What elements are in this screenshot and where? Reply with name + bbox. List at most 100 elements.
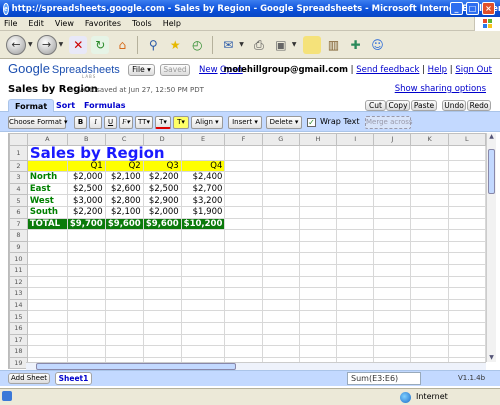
- grid-cell[interactable]: [410, 159, 449, 173]
- grid-cell[interactable]: [66, 321, 106, 335]
- row-header[interactable]: 3: [9, 171, 28, 184]
- grid-cell[interactable]: [410, 171, 449, 184]
- home-icon[interactable]: ⌂: [113, 36, 131, 54]
- add-sheet-button[interactable]: Add Sheet: [8, 373, 50, 384]
- grid-cell[interactable]: [180, 287, 226, 300]
- grid-cell[interactable]: [336, 182, 375, 196]
- row-header[interactable]: 9: [9, 240, 28, 254]
- grid-cell[interactable]: [410, 252, 449, 265]
- sales-value-cell[interactable]: $3,200: [180, 194, 226, 207]
- grid-cell[interactable]: [336, 144, 375, 161]
- forward-dropdown-icon[interactable]: ▼: [59, 41, 64, 48]
- total-value-cell[interactable]: $9,600: [104, 217, 144, 231]
- column-header[interactable]: L: [447, 133, 486, 146]
- grid-cell[interactable]: [336, 217, 375, 231]
- row-header[interactable]: 2: [9, 159, 28, 173]
- grid-cell[interactable]: [180, 229, 226, 242]
- grid-cell[interactable]: [298, 298, 338, 312]
- insert-button[interactable]: Insert ▾: [228, 116, 262, 129]
- menu-view[interactable]: View: [55, 19, 74, 28]
- delete-button[interactable]: Delete ▾: [266, 116, 302, 129]
- grid-cell[interactable]: [224, 194, 263, 207]
- grid-cell[interactable]: [447, 159, 486, 173]
- grid-cell[interactable]: [104, 345, 144, 358]
- grid-cell[interactable]: [373, 263, 412, 277]
- grid-cell[interactable]: [26, 229, 68, 242]
- google-spreadsheets-logo[interactable]: Google Spreadsheets: [8, 61, 120, 76]
- grid-cell[interactable]: [336, 240, 375, 254]
- column-header[interactable]: E: [180, 133, 226, 146]
- grid-cell[interactable]: [261, 263, 300, 277]
- cut-button[interactable]: Cut: [365, 100, 386, 111]
- grid-cell[interactable]: [180, 298, 226, 312]
- region-label-cell[interactable]: East: [26, 182, 68, 196]
- grid-cell[interactable]: [336, 159, 375, 173]
- grid-cell[interactable]: [66, 310, 106, 323]
- menu-favorites[interactable]: Favorites: [85, 19, 121, 28]
- grid-cell[interactable]: [180, 275, 226, 289]
- grid-cell[interactable]: [180, 240, 226, 254]
- row-header[interactable]: 5: [9, 194, 28, 207]
- total-value-cell[interactable]: $10,200: [180, 217, 226, 231]
- grid-cell[interactable]: [261, 182, 300, 196]
- grid-cell[interactable]: [180, 310, 226, 323]
- close-button[interactable]: ×: [482, 2, 495, 15]
- grid-cell[interactable]: [410, 287, 449, 300]
- grid-cell[interactable]: [66, 333, 106, 347]
- grid-cell[interactable]: [261, 194, 300, 207]
- grid-cell[interactable]: [447, 252, 486, 265]
- undo-button[interactable]: Undo: [442, 100, 466, 111]
- grid-cell[interactable]: [373, 144, 412, 161]
- grid-cell[interactable]: [410, 263, 449, 277]
- grid-cell[interactable]: [142, 321, 182, 335]
- grid-cell[interactable]: [66, 345, 106, 358]
- grid-cell[interactable]: [26, 287, 68, 300]
- grid-cell[interactable]: [261, 287, 300, 300]
- sign-out-link[interactable]: Sign Out: [455, 65, 492, 75]
- grid-cell[interactable]: [224, 345, 263, 358]
- grid-cell[interactable]: [447, 144, 486, 161]
- grid-cell[interactable]: [447, 240, 486, 254]
- grid-cell[interactable]: [410, 275, 449, 289]
- grid-cell[interactable]: [224, 333, 263, 347]
- grid-cell[interactable]: [336, 171, 375, 184]
- quarter-header-cell[interactable]: Q4: [180, 159, 226, 173]
- row-header[interactable]: 6: [9, 205, 28, 219]
- region-label-cell[interactable]: North: [26, 171, 68, 184]
- grid-cell[interactable]: [224, 263, 263, 277]
- grid-cell[interactable]: [104, 287, 144, 300]
- grid-cell[interactable]: [66, 275, 106, 289]
- stop-icon[interactable]: ✕: [69, 35, 88, 54]
- grid-cell[interactable]: [180, 263, 226, 277]
- row-header[interactable]: 1: [9, 144, 28, 161]
- history-icon[interactable]: ◴: [188, 36, 206, 54]
- quarter-header-cell[interactable]: [26, 159, 68, 173]
- grid-cell[interactable]: [336, 252, 375, 265]
- vertical-scrollbar[interactable]: ▲ ▼: [486, 133, 496, 362]
- grid-cell[interactable]: [410, 298, 449, 312]
- grid-cell[interactable]: [373, 345, 412, 358]
- grid-cell[interactable]: [26, 345, 68, 358]
- grid-cell[interactable]: [447, 333, 486, 347]
- grid-cell[interactable]: [180, 321, 226, 335]
- edit-page-icon[interactable]: ▣: [272, 36, 290, 54]
- grid-cell[interactable]: [261, 240, 300, 254]
- research-icon[interactable]: ▥: [325, 36, 343, 54]
- row-header[interactable]: 7: [9, 217, 28, 231]
- grid-cell[interactable]: [298, 144, 338, 161]
- menu-edit[interactable]: Edit: [28, 19, 44, 28]
- maximize-button[interactable]: □: [466, 2, 479, 15]
- grid-cell[interactable]: [410, 240, 449, 254]
- scroll-thumb[interactable]: [488, 149, 495, 194]
- font-family-button[interactable]: F▾: [119, 116, 133, 129]
- grid-cell[interactable]: [336, 298, 375, 312]
- row-header[interactable]: 8: [9, 229, 28, 242]
- region-label-cell[interactable]: South: [26, 205, 68, 219]
- text-color-button[interactable]: T▾: [155, 116, 171, 129]
- grid-cell[interactable]: [142, 240, 182, 254]
- msn-people-icon[interactable]: ☺: [369, 36, 387, 54]
- grid-cell[interactable]: [224, 182, 263, 196]
- grid-cell[interactable]: [336, 194, 375, 207]
- mail-dropdown-icon[interactable]: ▼: [239, 41, 244, 48]
- grid-cell[interactable]: [410, 345, 449, 358]
